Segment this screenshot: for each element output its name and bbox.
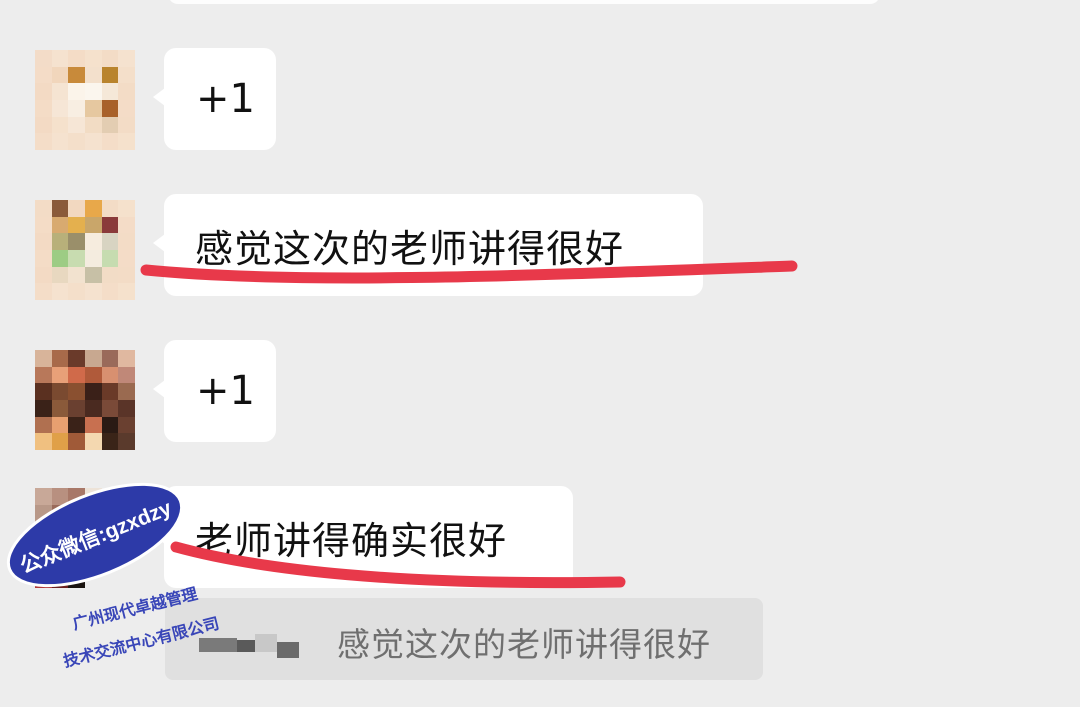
message-bubble[interactable]: 老师讲得确实很好 <box>153 486 573 588</box>
blurred-sender-name <box>199 634 299 658</box>
avatar[interactable] <box>35 488 135 588</box>
quoted-message-text: 感觉这次的老师讲得很好 <box>337 625 711 664</box>
quoted-message[interactable]: 感觉这次的老师讲得很好 <box>165 598 763 680</box>
message-text: +1 <box>196 368 255 414</box>
avatar[interactable] <box>35 200 135 300</box>
avatar[interactable] <box>35 50 135 150</box>
message-bubble[interactable]: +1 <box>153 340 276 442</box>
previous-message-bubble <box>168 0 880 4</box>
message-text: 老师讲得确实很好 <box>195 518 508 563</box>
message-bubble[interactable]: +1 <box>153 48 276 150</box>
avatar[interactable] <box>35 350 135 450</box>
message-text: +1 <box>196 76 255 122</box>
message-text: 感觉这次的老师讲得很好 <box>195 226 625 271</box>
message-bubble[interactable]: 感觉这次的老师讲得很好 <box>153 194 703 296</box>
